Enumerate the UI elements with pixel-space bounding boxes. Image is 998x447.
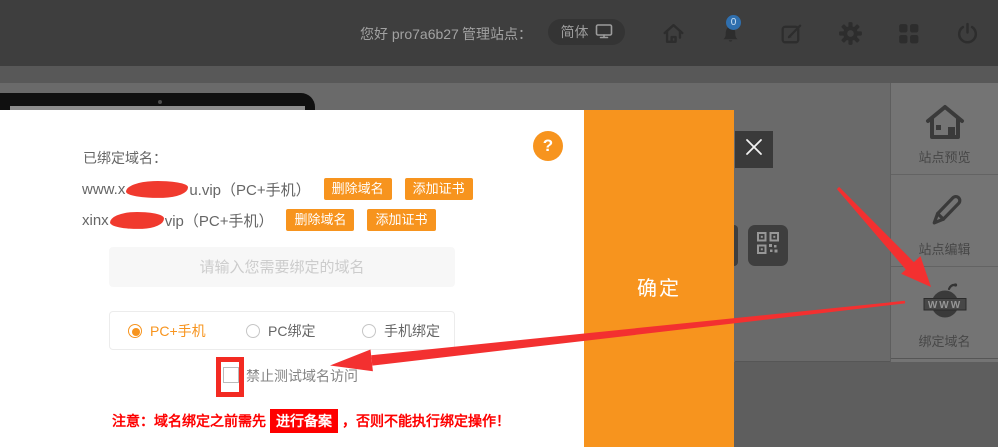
monitor-icon [595,23,613,42]
language-button[interactable]: 简体 [548,19,625,45]
manage-site-label: 管理站点： [462,24,532,44]
sidebar-item-label: 站点预览 [891,147,998,166]
power-icon[interactable] [953,19,981,47]
bind-type-radio-group: PC+手机 PC绑定 手机绑定 [109,311,455,350]
www-icon-text: WWW [927,300,961,311]
redaction-scribble [126,180,188,199]
add-certificate-button[interactable]: 添加证书 [405,178,473,200]
bind-domain-modal: 已绑定域名： www.x u.vip（PC+手机） 删除域名 添加证书 xinx v… [0,110,584,447]
site-tools-sidebar: 站点预览 站点编辑 WWW 绑定域名 [890,83,998,362]
close-modal-button[interactable] [735,131,773,168]
sidebar-item-bind-domain[interactable]: WWW 绑定域名 [891,267,998,359]
top-header-bar: 您好 pro7a6b27 管理站点： 简体 0 [0,0,998,66]
radio-icon [362,324,376,338]
bound-domain-row: www.x u.vip（PC+手机） 删除域名 添加证书 [82,178,473,200]
redaction-scribble [109,211,163,229]
icp-filing-link[interactable]: 进行备案 [270,409,338,433]
domain-text-prefix: www.x [82,181,125,198]
house-icon [922,99,968,152]
radio-icon [128,324,142,338]
note-suffix: ，否则不能执行绑定操作！ [342,413,510,429]
radio-label: PC绑定 [268,321,315,341]
add-certificate-button[interactable]: 添加证书 [367,209,435,231]
sidebar-item-site-preview[interactable]: 站点预览 [891,83,998,175]
radio-pc-bind[interactable]: PC绑定 [246,312,315,349]
confirm-button-label: 确定 [584,272,734,301]
www-globe-icon: WWW [922,277,968,332]
forbid-test-domain-label: 禁止测试域名访问 [246,366,358,386]
sub-header-strip [0,66,998,83]
notification-badge: 0 [726,15,741,30]
sidebar-item-label: 站点编辑 [891,239,998,258]
note-prefix: 注意：域名绑定之前需先 [112,413,266,429]
radio-mobile-bind[interactable]: 手机绑定 [362,312,440,349]
language-button-label: 简体 [561,22,589,42]
delete-domain-button[interactable]: 删除域名 [324,178,392,200]
edit-icon[interactable] [777,19,805,47]
apps-grid-icon[interactable] [894,19,922,47]
pencil-icon [922,187,968,242]
tablet-camera-dot [158,100,162,104]
sidebar-item-site-edit[interactable]: 站点编辑 [891,175,998,267]
confirm-button[interactable]: 确定 [584,110,734,447]
app-window: 您好 pro7a6b27 管理站点： 简体 0 [0,0,998,447]
qr-code-icon [757,232,779,259]
radio-pc-and-mobile[interactable]: PC+手机 [128,312,206,349]
domain-text-suffix: u.vip（PC+手机） [189,179,310,200]
close-icon [745,138,763,161]
domain-text-suffix: vip（PC+手机） [165,210,274,231]
radio-label: PC+手机 [150,321,206,341]
bound-domain-row: xinx vip（PC+手机） 删除域名 添加证书 [82,209,436,231]
binding-note: 注意：域名绑定之前需先进行备案，否则不能执行绑定操作！ [112,409,510,433]
domain-input[interactable] [109,247,455,287]
radio-icon [246,324,260,338]
qr-code-button[interactable] [748,225,788,266]
delete-domain-button[interactable]: 删除域名 [286,209,354,231]
user-greeting: 您好 pro7a6b27 [360,24,459,44]
gear-icon[interactable] [836,19,864,47]
home-icon[interactable] [659,19,687,47]
sidebar-item-label: 绑定域名 [891,331,998,350]
bound-domains-label: 已绑定域名： [83,148,167,168]
radio-label: 手机绑定 [384,321,440,341]
domain-text-prefix: xinx [82,212,109,229]
help-icon[interactable]: ? [533,131,563,161]
forbid-test-domain-checkbox[interactable] [223,367,239,383]
